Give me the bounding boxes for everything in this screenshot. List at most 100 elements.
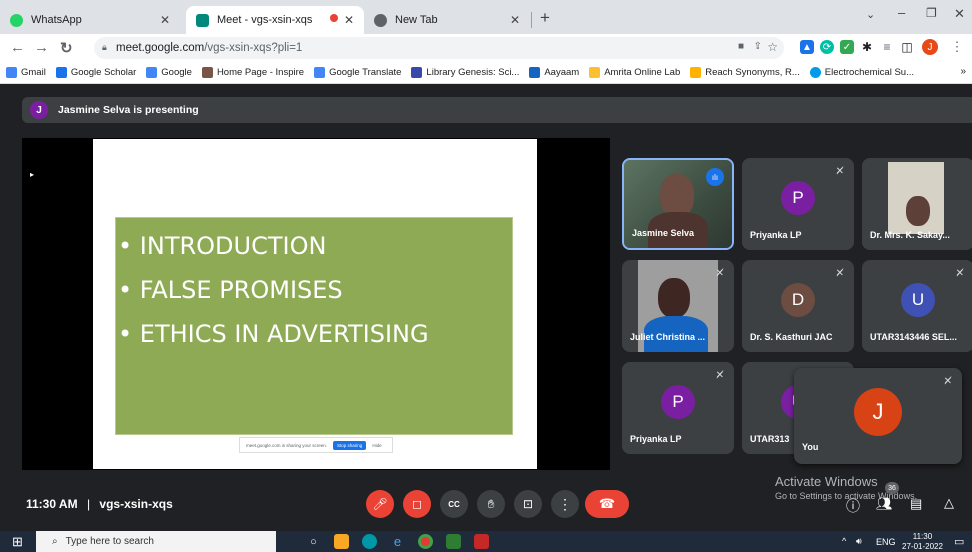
participant-tile[interactable]: ✕̸ Juliet Christina ... xyxy=(622,260,734,352)
more-bookmarks-icon[interactable]: » xyxy=(960,66,966,77)
tray-chevron-icon[interactable]: ^ xyxy=(842,536,846,546)
window-close-icon[interactable]: ✕ xyxy=(954,6,965,22)
participant-tile[interactable]: Dr. Mrs. K. Sakay... xyxy=(862,158,972,250)
presenter-avatar: J xyxy=(30,101,48,119)
internet-explorer-icon[interactable]: e xyxy=(390,534,405,549)
reload-icon[interactable]: ↻ xyxy=(60,39,73,57)
scholar-extension-icon[interactable]: ▲ xyxy=(800,40,814,54)
windows-taskbar: ⊞ ⌕ Type here to search ○ e ^ 🔊︎ ENG 11:… xyxy=(0,531,972,552)
volume-icon[interactable]: 🔊︎ xyxy=(856,536,862,547)
bookmark-google-scholar[interactable]: Google Scholar xyxy=(55,67,136,78)
bookmark-amrita[interactable]: Amrita Online Lab xyxy=(589,67,680,78)
slide-bullet: • ETHICS IN ADVERTISING xyxy=(118,320,429,348)
participant-tile[interactable]: ✕̸ D Dr. S. Kasthuri JAC xyxy=(742,260,854,352)
participant-name: UTAR3143446 SEL... xyxy=(870,332,957,342)
aayaam-icon xyxy=(529,67,541,78)
camera-icon[interactable]: ■ xyxy=(738,41,744,52)
bookmark-star-icon[interactable]: ☆ xyxy=(767,40,778,54)
reading-list-icon[interactable]: ≡ xyxy=(880,40,894,54)
checkmark-extension-icon[interactable]: ✓ xyxy=(840,40,854,54)
bookmark-library-genesis[interactable]: Library Genesis: Sci... xyxy=(411,67,519,78)
leave-call-button[interactable]: ☎︎ xyxy=(585,490,629,518)
more-options-button[interactable]: ⋮ xyxy=(551,490,579,518)
address-bar[interactable]: 🔒︎ meet.google.com/vgs-xsin-xqs?pli=1 ■ … xyxy=(94,37,784,59)
windows-start-icon[interactable]: ⊞ xyxy=(12,534,23,550)
tab-meet[interactable]: Meet - vgs-xsin-xqs ✕ xyxy=(186,6,364,34)
hand-icon: ✋︎ xyxy=(487,496,495,511)
bookmark-electrochemical[interactable]: Electrochemical Su... xyxy=(809,67,914,78)
bookmark-inspire[interactable]: Home Page - Inspire xyxy=(201,67,305,78)
participant-tile[interactable]: ✕̸ P Priyanka LP xyxy=(622,362,734,454)
restore-icon[interactable]: ❐ xyxy=(926,6,937,20)
participant-avatar: D xyxy=(781,283,815,318)
activities-icon[interactable]: △ xyxy=(944,495,954,511)
bookmark-reach-synonyms[interactable]: Reach Synonyms, R... xyxy=(690,67,800,78)
back-icon[interactable]: ← xyxy=(10,39,25,56)
bookmark-google[interactable]: Google xyxy=(146,67,192,78)
mic-toggle-button[interactable]: 🎤︎ xyxy=(366,490,394,518)
bookmark-gmail[interactable]: Gmail xyxy=(6,67,46,78)
taskbar-clock[interactable]: 11:30 27-01-2022 xyxy=(902,532,943,552)
notifications-icon[interactable]: ▭ xyxy=(954,535,964,548)
participant-avatar: U xyxy=(901,283,935,318)
google-icon xyxy=(146,67,158,78)
participant-tile[interactable]: ılı Jasmine Selva xyxy=(622,158,734,250)
info-icon[interactable]: ⓘ xyxy=(846,496,860,516)
self-view-tile[interactable]: ✕̸ J You xyxy=(794,368,962,464)
bookmark-google-translate[interactable]: Google Translate xyxy=(314,67,401,78)
close-icon[interactable]: ✕ xyxy=(160,13,170,27)
meeting-time: 11:30 AM xyxy=(26,497,78,511)
slide-bullet: • FALSE PROMISES xyxy=(118,276,343,304)
whatsapp-icon xyxy=(10,13,23,27)
edge-icon[interactable] xyxy=(362,534,377,549)
file-explorer-icon[interactable] xyxy=(334,534,349,549)
app-icon[interactable] xyxy=(474,534,489,549)
side-panel-icon[interactable]: ◫ xyxy=(900,40,914,54)
stop-sharing-button[interactable]: Stop sharing xyxy=(333,440,367,450)
participant-tile[interactable]: ✕̸ P Priyanka LP xyxy=(742,158,854,250)
profile-avatar[interactable]: J xyxy=(922,39,938,55)
participant-name: Priyanka LP xyxy=(630,434,682,444)
self-avatar: J xyxy=(854,388,902,437)
forward-icon[interactable]: → xyxy=(34,39,49,56)
language-indicator[interactable]: ENG xyxy=(876,537,896,547)
close-icon[interactable]: ✕ xyxy=(510,13,520,27)
inspire-icon xyxy=(201,67,213,78)
extension-icon[interactable]: ⟳ xyxy=(820,40,834,54)
chat-icon[interactable]: ▤ xyxy=(910,496,922,512)
participant-avatar: P xyxy=(661,385,695,420)
mic-off-icon: ✕̸ xyxy=(835,268,844,279)
captions-icon: CC xyxy=(448,499,460,509)
minimize-icon[interactable]: – xyxy=(898,5,905,20)
bookmark-aayaam[interactable]: Aayaam xyxy=(529,67,579,78)
tab-new-tab[interactable]: New Tab ✕ xyxy=(364,6,530,34)
search-icon: ⌕ xyxy=(52,536,58,547)
menu-kebab-icon[interactable]: ⋮ xyxy=(950,39,964,54)
raise-hand-button[interactable]: ✋︎ xyxy=(477,490,505,518)
taskbar-search[interactable]: ⌕ Type here to search xyxy=(36,531,276,552)
close-icon[interactable]: ✕ xyxy=(344,13,354,27)
app-icon[interactable] xyxy=(446,534,461,549)
share-icon[interactable]: ⇪ xyxy=(754,41,762,52)
puzzle-icon[interactable]: ✱ xyxy=(860,40,874,54)
participant-tile[interactable]: ✕̸ U UTAR3143446 SEL... xyxy=(862,260,972,352)
bookmark-label: Home Page - Inspire xyxy=(216,67,305,78)
captions-button[interactable]: CC xyxy=(440,490,468,518)
cortana-icon[interactable]: ○ xyxy=(306,534,321,549)
tab-whatsapp[interactable]: WhatsApp ✕ xyxy=(0,6,180,34)
slide-bullet: • INTRODUCTION xyxy=(118,232,327,260)
hide-button[interactable]: Hide xyxy=(372,443,381,448)
google-icon xyxy=(6,67,17,78)
clock-time: 11:30 xyxy=(912,532,933,541)
toolbar: ← → ↻ 🔒︎ meet.google.com/vgs-xsin-xqs?pl… xyxy=(0,34,972,62)
mic-off-icon: ✕̸ xyxy=(955,268,964,279)
people-icon[interactable]: 👥︎ xyxy=(876,496,893,512)
tab-search-icon[interactable]: ⌄ xyxy=(866,8,875,21)
participant-count-badge: 36 xyxy=(885,482,899,494)
camera-toggle-button[interactable]: ◻︎ xyxy=(403,490,431,518)
library-icon xyxy=(411,67,423,78)
chrome-taskbar-icon[interactable] xyxy=(418,534,433,549)
new-tab-icon[interactable]: + xyxy=(540,8,550,28)
clock-date: 27-01-2022 xyxy=(902,542,943,551)
present-button[interactable]: ⊡ xyxy=(514,490,542,518)
